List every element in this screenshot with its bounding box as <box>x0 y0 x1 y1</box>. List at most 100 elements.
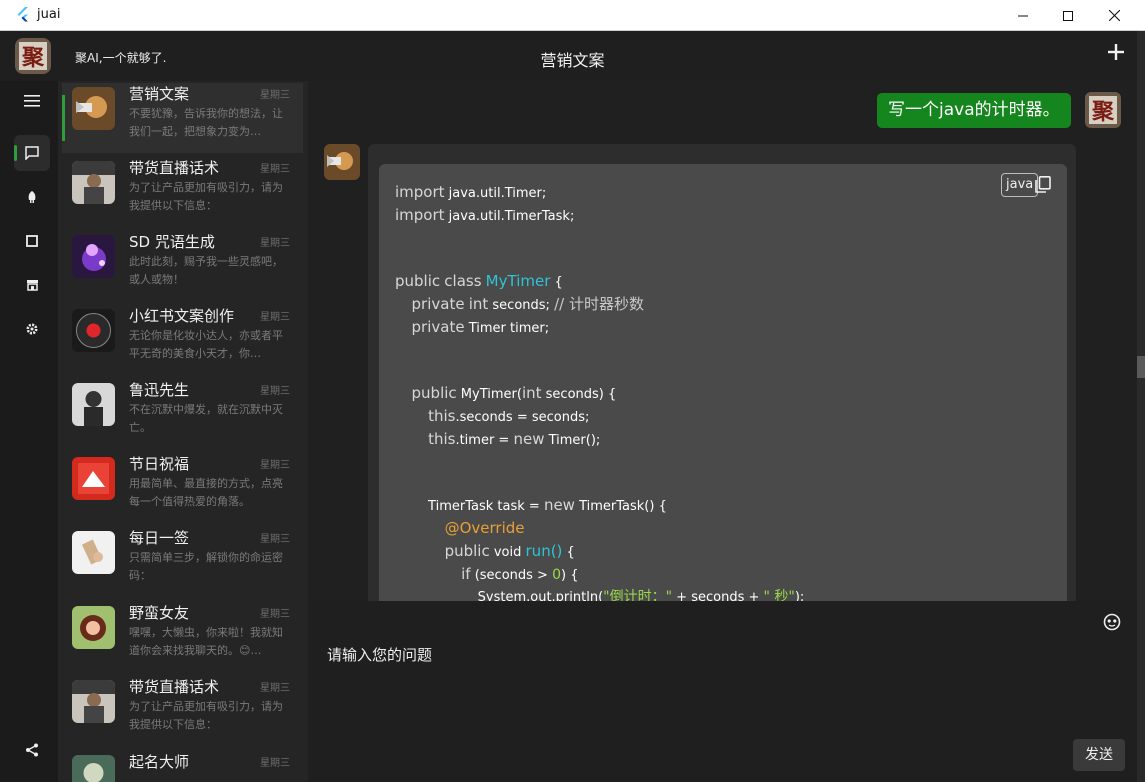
close-button[interactable] <box>1091 0 1137 31</box>
store-icon <box>26 280 38 291</box>
assistant-avatar <box>72 457 115 500</box>
menu-icon <box>24 95 40 107</box>
code-line: System.out.println("倒计时：" + seconds + " … <box>395 589 805 601</box>
app-window: juai 聚 聚AI,一个就够了. 营销文案 营销文案 星期三 不要犹豫，告诉我… <box>0 0 1145 782</box>
title-bar: juai <box>0 0 1145 31</box>
conversation-preview: 无论你是化妆小达人，亦或者平平无奇的美食小天才，你… <box>129 329 283 360</box>
rocket-icon <box>28 191 36 203</box>
user-avatar: 聚 <box>1085 92 1121 128</box>
scrollbar[interactable] <box>1137 31 1145 782</box>
flutter-logo-icon <box>17 7 28 22</box>
maximize-button[interactable] <box>1045 0 1091 31</box>
conversation-date: 星期三 <box>260 758 290 769</box>
menu-button[interactable] <box>14 83 50 119</box>
conversation-item[interactable]: 起名大师 星期三 <box>62 751 303 782</box>
send-button[interactable]: 发送 <box>1073 739 1125 771</box>
square-icon <box>26 235 38 247</box>
chat-icon <box>25 146 39 160</box>
conversation-preview: 为了让产品更加有吸引力，请为我提供以下信息： <box>129 181 283 212</box>
conversation-date: 星期三 <box>260 90 290 101</box>
window-title: juai <box>37 7 61 22</box>
conversation-name: 营销文案 <box>129 85 190 103</box>
conversation-item[interactable]: 鲁迅先生 星期三 不在沉默中爆发，就在沉默中灭亡。 <box>62 379 303 449</box>
rail-settings[interactable] <box>14 311 50 347</box>
code-line: if (seconds > 0) { <box>461 565 579 583</box>
svg-text:聚: 聚 <box>1091 99 1115 125</box>
assistant-avatar <box>72 680 115 723</box>
assistant-message: java import java.util.Timer; import java.… <box>368 144 1076 601</box>
code-line: public void run() { <box>444 542 575 560</box>
code-line: private Timer timer; <box>411 318 550 336</box>
code-block: java import java.util.Timer; import java.… <box>379 164 1067 601</box>
assistant-avatar <box>72 309 115 352</box>
message-input[interactable]: 请输入您的问题 <box>327 644 432 665</box>
code-language-tag: java <box>1001 173 1039 197</box>
conversation-item[interactable]: 带货直播话术 星期三 为了让产品更加有吸引力，请为我提供以下信息： <box>62 157 303 227</box>
conversation-name: 野蛮女友 <box>129 604 190 622</box>
conversation-preview: 为了让产品更加有吸引力，请为我提供以下信息： <box>129 700 283 731</box>
rail-square[interactable] <box>14 223 50 259</box>
conversation-item[interactable]: 节日祝福 星期三 用最简单、最直接的方式，点亮每一个值得热爱的角落。 <box>62 453 303 523</box>
conversation-date: 星期三 <box>260 238 290 249</box>
code-line: import java.util.Timer; <box>395 183 547 201</box>
code-line: TimerTask task = new TimerTask() { <box>395 496 667 514</box>
conversation-preview: 嘿嘿，大懒虫，你来啦！我就知道你会来找我聊天的。😊… <box>129 626 283 657</box>
assistant-avatar <box>72 161 115 204</box>
conversation-preview: 不要犹豫，告诉我你的想法，让我们一起，把想象力变为… <box>129 107 283 138</box>
assistant-avatar <box>72 235 115 278</box>
code-line: this.timer = new Timer(); <box>428 430 601 448</box>
copy-icon[interactable] <box>1035 176 1051 193</box>
share-icon <box>26 743 38 757</box>
conversation-item[interactable]: SD 咒语生成 星期三 此时此刻，赐予我一些灵感吧，或人或物！ <box>62 231 303 301</box>
rail-explore[interactable] <box>14 179 50 215</box>
conversation-date: 星期三 <box>260 534 290 545</box>
assistant-avatar <box>72 87 115 130</box>
conversation-item[interactable]: 每日一签 星期三 只需简单三步，解锁你的命运密码： <box>62 527 303 597</box>
minimize-icon <box>1018 15 1028 16</box>
page-title: 营销文案 <box>540 51 605 70</box>
conversation-preview: 不在沉默中爆发，就在沉默中灭亡。 <box>129 403 283 434</box>
conversation-name: 节日祝福 <box>129 455 190 473</box>
conversation-name: SD 咒语生成 <box>129 233 215 251</box>
conversation-item[interactable]: 小红书文案创作 星期三 无论你是化妆小达人，亦或者平平无奇的美食小天才，你… <box>62 305 303 375</box>
assistant-avatar <box>72 531 115 574</box>
scrollbar-thumb[interactable] <box>1137 356 1145 378</box>
chat-area: 写一个java的计时器。 聚 java import java.util.Tim… <box>308 81 1137 601</box>
conversation-date: 星期三 <box>260 460 290 471</box>
conversation-name: 每日一签 <box>129 529 190 547</box>
code-line: public MyTimer(int seconds) { <box>411 384 617 402</box>
settings-icon <box>26 323 38 335</box>
conversation-name: 鲁迅先生 <box>129 381 190 399</box>
code-line: this.seconds = seconds; <box>428 407 590 425</box>
rail-store[interactable] <box>14 267 50 303</box>
conversation-preview: 此时此刻，赐予我一些灵感吧，或人或物！ <box>129 255 283 286</box>
conversation-item[interactable]: 营销文案 星期三 不要犹豫，告诉我你的想法，让我们一起，把想象力变为… <box>62 83 303 153</box>
input-area: 请输入您的问题 发送 <box>308 601 1137 782</box>
conversation-name: 带货直播话术 <box>129 678 220 696</box>
conversation-name: 带货直播话术 <box>129 159 220 177</box>
code-line: public class MyTimer { <box>395 272 563 290</box>
maximize-icon <box>1063 10 1073 21</box>
conversation-preview: 只需简单三步，解锁你的命运密码： <box>129 551 283 582</box>
assistant-avatar <box>72 606 115 649</box>
left-rail <box>0 81 58 782</box>
conversation-name: 起名大师 <box>129 753 190 771</box>
conversation-name: 小红书文案创作 <box>129 307 235 325</box>
robot-icon[interactable] <box>1103 613 1121 631</box>
rail-chat[interactable] <box>14 135 50 171</box>
assistant-avatar <box>324 144 360 180</box>
conversation-date: 星期三 <box>260 164 290 175</box>
conversation-preview <box>129 773 292 782</box>
code-line: @Override <box>444 519 525 537</box>
minimize-button[interactable] <box>1000 0 1046 31</box>
close-icon <box>1108 10 1120 21</box>
plus-icon[interactable] <box>1104 40 1128 64</box>
conversation-date: 星期三 <box>260 386 290 397</box>
assistant-avatar <box>72 755 115 782</box>
rail-share[interactable] <box>14 732 50 768</box>
conversation-date: 星期三 <box>260 683 290 694</box>
assistant-avatar <box>72 383 115 426</box>
conversation-item[interactable]: 带货直播话术 星期三 为了让产品更加有吸引力，请为我提供以下信息： <box>62 676 303 746</box>
conversation-item[interactable]: 野蛮女友 星期三 嘿嘿，大懒虫，你来啦！我就知道你会来找我聊天的。😊… <box>62 602 303 672</box>
conversation-date: 星期三 <box>260 312 290 323</box>
